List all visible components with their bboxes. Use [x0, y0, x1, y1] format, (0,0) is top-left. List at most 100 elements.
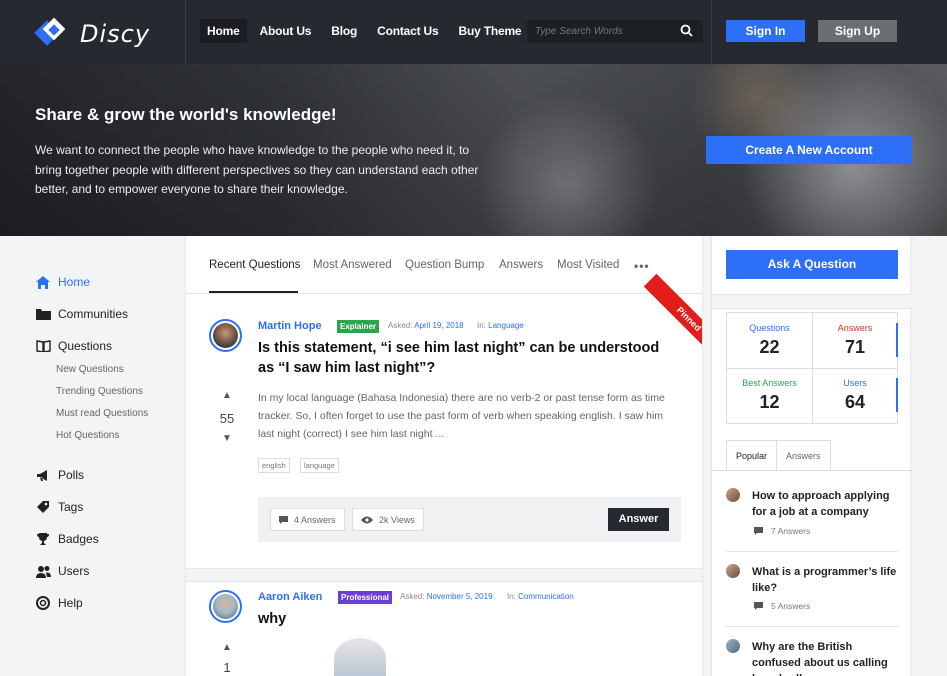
views-count-button[interactable]: 2k Views [352, 508, 424, 531]
sidebar-item-badges[interactable]: Badges [35, 531, 99, 547]
popular-question-title[interactable]: Why are the British confused about us ca… [752, 639, 902, 676]
vote-count: 1 [223, 660, 231, 675]
answer-button[interactable]: Answer [608, 508, 669, 531]
answers-count-button[interactable]: 4 Answers [270, 508, 345, 531]
question-title[interactable]: Is this statement, “i see him last night… [258, 338, 678, 378]
vote-count: 55 [219, 411, 235, 426]
sidebar-sub-new-questions[interactable]: New Questions [56, 364, 124, 375]
question-category: In: Communication [507, 592, 574, 601]
tag-language[interactable]: language [300, 458, 339, 473]
nav-about[interactable]: About Us [253, 19, 319, 43]
nav-buy-theme[interactable]: Buy Theme [452, 19, 529, 43]
asked-label: Asked: [388, 321, 413, 330]
sidebar-item-label: Polls [58, 468, 85, 482]
tab-most-answered[interactable]: Most Answered [313, 259, 392, 271]
sign-in-button[interactable]: Sign In [726, 20, 805, 42]
avatar[interactable] [726, 488, 740, 502]
views-count: 2k Views [379, 514, 415, 525]
main-nav: Home About Us Blog Contact Us Buy Theme [200, 19, 528, 43]
tab-recent-questions[interactable]: Recent Questions [209, 259, 300, 271]
folder-icon [35, 306, 51, 322]
answers-count: 4 Answers [294, 514, 336, 525]
list-divider [726, 551, 898, 552]
nav-contact[interactable]: Contact Us [370, 19, 445, 43]
search-box [527, 20, 703, 43]
question-meta: Asked: November 5, 2019 [400, 592, 493, 601]
question-author[interactable]: Aaron Aiken [258, 591, 322, 603]
tag-english[interactable]: english [258, 458, 290, 473]
search-input[interactable] [527, 20, 703, 43]
asked-date[interactable]: April 19, 2018 [414, 321, 463, 330]
asked-label: Asked: [400, 592, 425, 601]
sidebar-item-communities[interactable]: Communities [35, 306, 128, 322]
popular-question-title[interactable]: How to approach applying for a job at a … [752, 488, 902, 520]
sidebar-item-label: Help [58, 596, 83, 610]
popular-question-answers[interactable]: 7 Answers [754, 526, 810, 536]
category-link[interactable]: Communication [518, 592, 574, 601]
question-tabs: Recent Questions Most Answered Question … [186, 236, 702, 294]
question-author[interactable]: Martin Hope [258, 320, 322, 332]
vote-down-icon[interactable]: ▼ [220, 433, 234, 444]
more-tabs-button[interactable]: ••• [634, 259, 650, 273]
question-separator [186, 568, 702, 582]
megaphone-icon [35, 467, 51, 483]
create-account-button[interactable]: Create A New Account [706, 136, 912, 164]
vote-up-icon[interactable]: ▲ [220, 390, 234, 401]
category-link[interactable]: Language [488, 321, 524, 330]
right-separator [712, 294, 912, 309]
stat-label: Answers [837, 323, 873, 333]
avatar[interactable] [209, 319, 242, 352]
vote-up-icon[interactable]: ▲ [220, 642, 234, 653]
ask-question-button[interactable]: Ask A Question [726, 250, 898, 279]
stat-value: 12 [759, 392, 780, 412]
left-sidebar: Home Communities Questions New Questions… [0, 236, 185, 676]
tab-most-visited[interactable]: Most Visited [557, 259, 619, 271]
tab-question-bump[interactable]: Question Bump [405, 259, 484, 271]
active-tab-indicator [209, 291, 298, 293]
stat-label: Best Answers [742, 378, 797, 388]
sidebar-sub-must-read-questions[interactable]: Must read Questions [56, 408, 148, 419]
question-meta: Asked: April 19, 2018 [388, 321, 464, 330]
sidebar-item-home[interactable]: Home [35, 274, 90, 290]
nav-blog[interactable]: Blog [324, 19, 364, 43]
sidebar-item-label: Tags [58, 500, 84, 514]
question-footer: 4 Answers 2k Views Answer [258, 497, 681, 542]
avatar[interactable] [726, 639, 740, 653]
sidebar-sub-trending-questions[interactable]: Trending Questions [56, 386, 143, 397]
asked-date[interactable]: November 5, 2019 [427, 592, 493, 601]
sidebar-item-help[interactable]: Help [35, 595, 83, 611]
top-header: Discy Home About Us Blog Contact Us Buy … [0, 0, 947, 64]
nav-home[interactable]: Home [200, 19, 247, 43]
sidebar-item-tags[interactable]: Tags [35, 499, 83, 515]
tab-answers[interactable]: Answers [499, 259, 543, 271]
stat-value: 22 [759, 337, 780, 357]
popular-question-answers[interactable]: 5 Answers [754, 601, 810, 611]
search-icon[interactable] [680, 24, 693, 40]
stat-accent-bar [896, 323, 898, 357]
question-title[interactable]: why [258, 609, 678, 629]
widget-tab-line [712, 470, 912, 471]
lifebuoy-icon [35, 595, 51, 611]
hero-text: We want to connect the people who have k… [35, 143, 479, 196]
sign-up-button[interactable]: Sign Up [818, 20, 897, 42]
comment-icon [754, 602, 763, 610]
sidebar-item-label: Communities [58, 307, 129, 321]
tab-popular[interactable]: Popular [726, 440, 778, 470]
header-divider [711, 0, 712, 64]
in-label: In: [507, 592, 516, 601]
stat-best-answers: Best Answers 12 [727, 368, 813, 424]
tab-widget-answers[interactable]: Answers [777, 440, 831, 470]
stat-users: Users 64 [812, 368, 898, 424]
question-category: In: Language [477, 321, 524, 330]
users-icon [35, 563, 51, 579]
sidebar-item-label: Users [58, 564, 90, 578]
question-card: Aaron Aiken Professional Asked: November… [186, 582, 702, 676]
logo[interactable]: Discy [34, 16, 150, 52]
sidebar-item-users[interactable]: Users [35, 563, 89, 579]
sidebar-sub-hot-questions[interactable]: Hot Questions [56, 430, 119, 441]
avatar[interactable] [726, 564, 740, 578]
sidebar-item-polls[interactable]: Polls [35, 467, 84, 483]
avatar[interactable] [209, 590, 242, 623]
sidebar-item-questions[interactable]: Questions [35, 338, 112, 354]
popular-question-title[interactable]: What is a programmer’s life like? [752, 564, 902, 596]
